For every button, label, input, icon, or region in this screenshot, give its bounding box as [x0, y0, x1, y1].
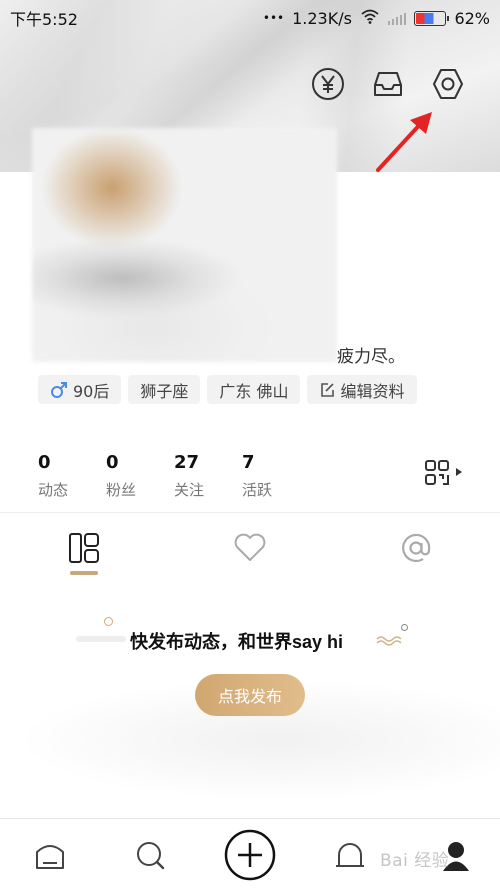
status-dots: •••: [262, 11, 285, 25]
stat-active[interactable]: 7 活跃: [242, 452, 310, 500]
tab-mentions[interactable]: [396, 528, 436, 568]
yuan-coin-icon[interactable]: [310, 66, 346, 102]
stat-label: 粉丝: [106, 481, 137, 499]
section-divider: [0, 512, 500, 513]
active-tab-indicator: [70, 571, 98, 575]
stat-value: 0: [38, 452, 51, 473]
header-actions: [310, 66, 466, 102]
stat-label: 动态: [38, 481, 69, 499]
stat-followers[interactable]: 0 粉丝: [106, 452, 174, 500]
status-bar: 下午5:52 ••• 1.23K/s 62%: [0, 0, 500, 36]
stat-value: 27: [174, 452, 200, 473]
tag-label: 90后: [73, 381, 110, 401]
stat-label: 关注: [174, 481, 205, 499]
annotation-arrow: [376, 112, 432, 172]
signal-icon: [387, 12, 407, 25]
profile-stats: 0 动态 0 粉丝 27 关注 7 活跃: [38, 452, 310, 500]
heart-icon: [234, 533, 266, 561]
tag-label: 广东 佛山: [219, 381, 289, 401]
tab-posts[interactable]: [64, 528, 104, 568]
add-icon: [224, 829, 276, 881]
empty-state-title: 快发布动态，和世界say hi: [130, 632, 344, 652]
search-icon: [137, 842, 165, 870]
tab-likes[interactable]: [230, 528, 270, 568]
publish-button[interactable]: 点我发布: [195, 674, 305, 716]
tag-age: 90后: [38, 375, 122, 404]
tag-label: 狮子座: [140, 381, 189, 401]
stat-value: 7: [242, 452, 255, 473]
settings-hexagon-icon[interactable]: [430, 66, 466, 102]
grid-layout-icon: [69, 533, 99, 563]
blurred-profile-info: [32, 128, 337, 362]
tag-zodiac: 狮子座: [128, 375, 201, 404]
home-icon: [36, 845, 64, 869]
nav-search[interactable]: [130, 835, 170, 875]
at-icon: [402, 533, 431, 562]
battery-icon: [414, 10, 450, 26]
edit-profile-button[interactable]: 编辑资料: [307, 375, 417, 404]
inbox-icon[interactable]: [370, 66, 406, 102]
network-speed: 1.23K/s: [292, 8, 352, 28]
edit-icon: [321, 382, 335, 397]
decoration-dot: [104, 617, 113, 626]
bell-icon: [336, 843, 364, 867]
stat-value: 0: [106, 452, 119, 473]
profile-tags: 90后 狮子座 广东 佛山 编辑资料: [38, 375, 417, 404]
nav-home[interactable]: [30, 835, 70, 875]
wifi-icon: [360, 8, 380, 28]
stat-posts[interactable]: 0 动态: [38, 452, 106, 500]
stat-following[interactable]: 27 关注: [174, 452, 242, 500]
battery-percent: 62%: [454, 8, 490, 28]
watermark: Bai 经验: [380, 851, 450, 871]
profile-bio: 疲力尽。: [337, 347, 405, 367]
decoration-dot: [401, 624, 408, 631]
decoration-wave: [376, 636, 402, 646]
decoration-line: [76, 636, 126, 642]
stat-label: 活跃: [242, 481, 273, 499]
tag-label: 编辑资料: [340, 381, 405, 401]
male-icon: [51, 381, 67, 398]
tag-location: 广东 佛山: [207, 375, 301, 404]
nav-notifications[interactable]: [330, 835, 370, 875]
status-time: 下午5:52: [10, 10, 78, 29]
nav-add[interactable]: [224, 829, 276, 881]
qr-code-icon[interactable]: [424, 458, 464, 492]
